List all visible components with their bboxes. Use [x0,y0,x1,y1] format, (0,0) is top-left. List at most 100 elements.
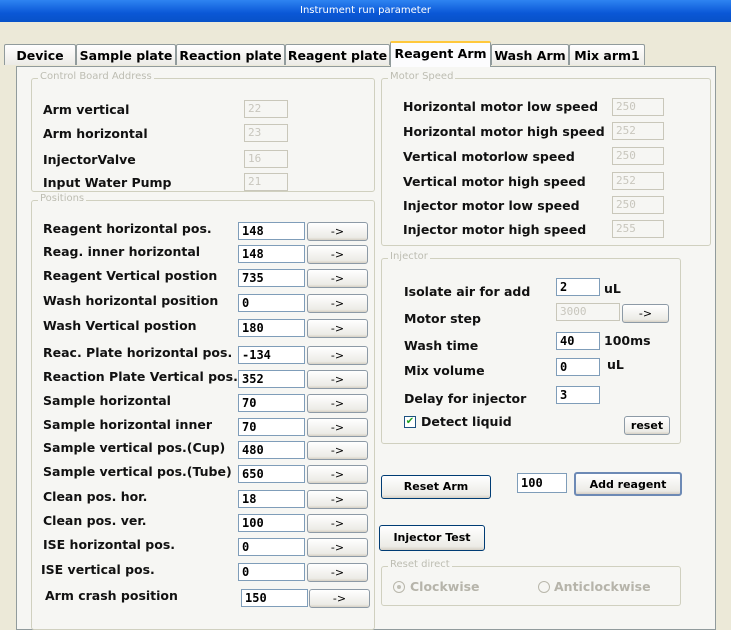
clockwise-radio[interactable] [393,581,405,593]
mix-volume-unit: uL [607,357,624,372]
position-label: Clean pos. hor. [43,489,148,504]
injector-valve-label: InjectorValve [43,152,136,167]
wash-time-label: Wash time [404,338,479,353]
position-label: Reac. Plate horizontal pos. [43,345,233,360]
reset-arm-button[interactable]: Reset Arm [381,475,491,499]
position-move-button[interactable]: -> [307,490,368,509]
v-motor-high-speed-label: Vertical motor high speed [403,174,586,189]
position-move-button[interactable]: -> [307,538,368,557]
tab-reagent-plate[interactable]: Reagent plate [285,44,390,65]
detect-liquid-checkbox[interactable]: ✔ [404,416,416,428]
position-move-button[interactable]: -> [307,245,368,264]
position-move-button[interactable]: -> [307,465,368,484]
tab-device[interactable]: Device [4,44,76,65]
position-input[interactable]: 180 [238,319,305,337]
position-move-button[interactable]: -> [307,514,368,533]
position-input[interactable]: 148 [238,245,305,263]
injector-reset-button[interactable]: reset [624,416,670,435]
position-input[interactable]: 480 [238,441,305,459]
position-move-button[interactable]: -> [307,269,368,288]
position-move-button[interactable]: -> [307,346,368,365]
tab-reagent-arm[interactable]: Reagent Arm [390,41,491,67]
position-label: Wash Vertical postion [43,318,197,333]
isolate-air-unit: uL [604,281,621,296]
position-move-button[interactable]: -> [307,418,368,437]
v-motor-low-speed-field: 250 [612,147,664,165]
h-motor-high-speed-field: 252 [612,122,664,140]
position-input[interactable]: 70 [238,418,305,436]
position-input[interactable]: 70 [238,394,305,412]
position-input[interactable]: 352 [238,370,305,388]
reset-direct-title: Reset direct [388,559,452,570]
position-input[interactable]: 100 [238,514,305,532]
position-input[interactable]: 735 [238,269,305,287]
motor-speed-group: Motor Speed Horizontal motor low speed 2… [381,71,711,246]
position-input[interactable]: 0 [238,294,305,312]
tab-wash-arm[interactable]: Wash Arm [491,44,569,65]
control-board-title: Control Board Address [38,71,154,82]
tab-reaction-plate[interactable]: Reaction plate [176,44,285,65]
injector-motor-high-speed-field: 255 [612,220,664,238]
position-label: Reagent horizontal pos. [43,221,212,236]
position-move-button[interactable]: -> [307,319,368,338]
injector-motor-low-speed-label: Injector motor low speed [403,198,580,213]
clockwise-label: Clockwise [410,579,480,594]
position-label: Reagent Vertical postion [43,268,218,283]
delay-injector-input[interactable]: 3 [556,386,600,404]
isolate-air-label: Isolate air for add [404,284,531,299]
tab-strip: Device Sample plate Reaction plate Reage… [0,41,731,67]
anticlockwise-label: Anticlockwise [554,579,651,594]
h-motor-low-speed-label: Horizontal motor low speed [403,99,599,114]
position-move-button[interactable]: -> [307,294,368,313]
input-water-pump-address: 21 [244,173,288,191]
position-label: Sample horizontal [43,393,171,408]
motor-step-button[interactable]: -> [622,304,669,323]
anticlockwise-radio[interactable] [538,581,550,593]
arm-horizontal-address: 23 [244,124,288,142]
position-move-button[interactable]: -> [307,370,368,389]
mix-volume-label: Mix volume [404,363,485,378]
positions-title: Positions [38,193,87,204]
position-move-button[interactable]: -> [307,441,368,460]
mix-volume-input[interactable]: 0 [556,358,600,376]
injector-test-button[interactable]: Injector Test [379,525,485,551]
input-water-pump-label: Input Water Pump [43,175,172,190]
reagent-amount-input[interactable]: 100 [517,473,567,493]
v-motor-low-speed-label: Vertical motorlow speed [403,149,575,164]
arm-vertical-label: Arm vertical [43,102,130,117]
isolate-air-input[interactable]: 2 [556,278,600,296]
injector-group: Injector Isolate air for add 2 uL Motor … [381,251,681,444]
position-input[interactable]: 0 [238,538,305,556]
window-title-bar: Instrument run parameter [0,0,731,22]
injector-valve-address: 16 [244,150,288,168]
position-input[interactable]: 18 [238,490,305,508]
position-move-button[interactable]: -> [309,589,370,608]
v-motor-high-speed-field: 252 [612,172,664,190]
position-input[interactable]: 148 [238,222,305,240]
position-label: Wash horizontal position [43,293,219,308]
add-reagent-button[interactable]: Add reagent [574,472,682,496]
position-label: ISE horizontal pos. [43,537,176,552]
position-input[interactable]: 650 [238,465,305,483]
position-label: Sample vertical pos.(Tube) [43,464,232,479]
position-move-button[interactable]: -> [307,563,368,582]
position-label: ISE vertical pos. [41,562,155,577]
position-input[interactable]: 0 [238,563,305,581]
position-label: Sample horizontal inner [43,417,212,432]
wash-time-input[interactable]: 40 [556,332,600,350]
position-move-button[interactable]: -> [307,222,368,241]
injector-motor-high-speed-label: Injector motor high speed [403,222,587,237]
position-input[interactable]: 150 [241,589,308,607]
tab-sample-plate[interactable]: Sample plate [76,44,176,65]
reset-direct-group: Reset direct Clockwise Anticlockwise [381,559,681,606]
arm-vertical-address: 22 [244,100,288,118]
position-input[interactable]: -134 [238,346,305,364]
positions-group: Positions Reagent horizontal pos. 148 -> Re… [31,193,375,630]
motor-step-label: Motor step [404,311,481,326]
control-board-group: Control Board Address Arm vertical 22 Ar… [31,71,375,192]
tab-mix-arm1[interactable]: Mix arm1 [569,44,645,65]
tab-panel-reagent-arm: Control Board Address Arm vertical 22 Ar… [16,66,716,630]
position-move-button[interactable]: -> [307,394,368,413]
motor-speed-title: Motor Speed [388,71,456,82]
position-label: Reag. inner horizontal [43,244,201,259]
